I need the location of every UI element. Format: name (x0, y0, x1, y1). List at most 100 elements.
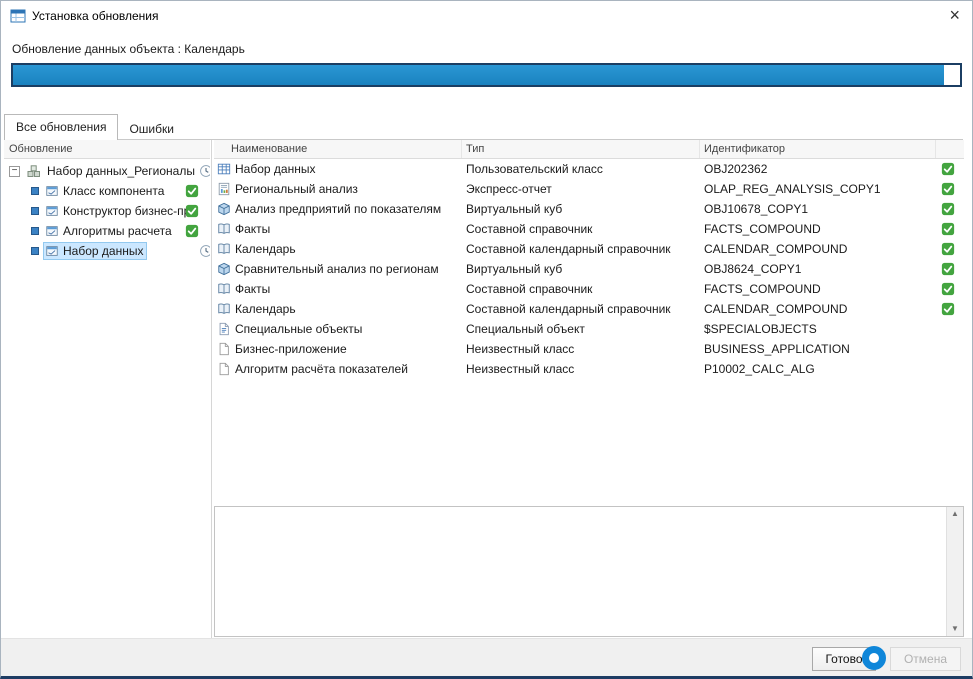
column-header-status (936, 140, 964, 158)
tree-root-label: Набор данных_Регионалы (47, 164, 195, 178)
component-icon (45, 244, 59, 258)
row-type: Пользовательский класс (462, 162, 700, 176)
row-identifier: FACTS_COMPOUND (700, 282, 936, 296)
row-type: Неизвестный класс (462, 362, 700, 376)
close-icon[interactable]: × (949, 5, 960, 25)
table-row[interactable]: Факты Составной справочникFACTS_COMPOUND (214, 279, 964, 299)
footer: Готово Отмена (1, 638, 972, 676)
row-status-cell (936, 182, 960, 196)
row-name: Алгоритм расчёта показателей (235, 362, 408, 376)
row-status-cell (936, 242, 960, 256)
update-install-dialog: Установка обновления × Обновление данных… (0, 0, 973, 679)
table-row[interactable]: ФактыСоставной справочникFACTS_COMPOUND (214, 219, 964, 239)
row-name: Календарь (235, 242, 296, 256)
doc-lines-icon (217, 322, 231, 336)
row-identifier: $SPECIALOBJECTS (700, 322, 936, 336)
table-body: Набор данныхПользовательский классOBJ202… (214, 159, 964, 379)
column-header-type: Тип (462, 140, 700, 158)
row-name: Бизнес-приложение (235, 342, 347, 356)
tree-item-labelwrap[interactable]: Набор данных (44, 243, 146, 259)
doc-icon (217, 362, 231, 376)
check-icon (941, 182, 955, 196)
scroll-up-icon[interactable]: ▲ (951, 510, 959, 518)
row-type: Составной справочник (462, 222, 700, 236)
collapse-icon[interactable]: − (9, 166, 20, 177)
window-title: Установка обновления (32, 9, 159, 23)
column-header-id: Идентификатор (700, 140, 936, 158)
row-identifier: CALENDAR_COMPOUND (700, 242, 936, 256)
row-type: Виртуальный куб (462, 202, 700, 216)
table-row[interactable]: КалендарьСоставной календарный справочни… (214, 299, 964, 319)
row-type: Составной справочник (462, 282, 700, 296)
tree-item[interactable]: Набор данных (4, 241, 210, 261)
progress-bar (11, 63, 962, 87)
table-icon (217, 162, 231, 176)
tab-errors[interactable]: Ошибки (118, 118, 185, 140)
tree-item-label: Алгоритмы расчета (63, 224, 172, 238)
row-name: Сравнительный анализ по регионам (235, 262, 439, 276)
table-row[interactable]: Региональный анализЭкспресс-отчетOLAP_RE… (214, 179, 964, 199)
status-label: Обновление данных объекта : Календарь (12, 42, 245, 56)
clock-icon (199, 164, 210, 178)
row-identifier: OBJ10678_COPY1 (700, 202, 936, 216)
table-row[interactable]: Анализ предприятий по показателямВиртуал… (214, 199, 964, 219)
panel-splitter[interactable] (211, 140, 212, 638)
row-type: Составной календарный справочник (462, 302, 700, 316)
row-name: Факты (235, 222, 270, 236)
log-scrollbar[interactable]: ▲ ▼ (946, 507, 963, 636)
check-icon (941, 222, 955, 236)
tree-item[interactable]: Алгоритмы расчета (4, 221, 210, 241)
tree-bullet-icon (31, 187, 39, 195)
check-icon (941, 202, 955, 216)
doc-icon (217, 342, 231, 356)
check-icon (941, 242, 955, 256)
table-row[interactable]: Алгоритм расчёта показателей Неизвестный … (214, 359, 964, 379)
row-status-cell (936, 262, 960, 276)
tree-item-labelwrap[interactable]: Алгоритмы расчета (44, 223, 175, 239)
book-icon (217, 242, 231, 256)
update-tree: Класс компонента Конструктор бизнес-пр Алг… (4, 181, 210, 261)
row-type: Специальный объект (462, 322, 700, 336)
clock-icon (199, 244, 210, 258)
cube-icon (217, 202, 231, 216)
table-row[interactable]: Календарь Составной календарный справочни… (214, 239, 964, 259)
tree-item[interactable]: Конструктор бизнес-пр (4, 201, 210, 221)
tab-all-updates[interactable]: Все обновления (4, 114, 118, 140)
dataset-icon (26, 163, 42, 179)
row-name: Факты (235, 282, 270, 296)
objects-table: Наименование Тип Идентификатор Набор дан… (214, 140, 964, 379)
tree-item-label: Конструктор бизнес-пр (63, 204, 190, 218)
row-identifier: P10002_CALC_ALG (700, 362, 936, 376)
check-icon (941, 302, 955, 316)
update-tree-panel: Обновление − Набор данных_Регионалы Клас… (4, 140, 210, 638)
tree-root-item[interactable]: − Набор данных_Регионалы (4, 161, 210, 181)
row-identifier: OLAP_REG_ANALYSIS_COPY1 (700, 182, 936, 196)
table-row[interactable]: Бизнес-приложениеНеизвестный классBUSINE… (214, 339, 964, 359)
busy-spinner-icon (862, 646, 886, 670)
tree-item[interactable]: Класс компонента (4, 181, 210, 201)
row-type: Составной календарный справочник (462, 242, 700, 256)
tree-item-label: Класс компонента (63, 184, 164, 198)
tree-column-header: Обновление (4, 140, 210, 159)
tree-bullet-icon (31, 247, 39, 255)
app-icon (10, 8, 26, 24)
table-row[interactable]: Специальные объектыСпециальный объект$SP… (214, 319, 964, 339)
row-identifier: BUSINESS_APPLICATION (700, 342, 936, 356)
table-header-row: Наименование Тип Идентификатор (214, 140, 964, 159)
row-status-cell (936, 302, 960, 316)
log-output[interactable] (217, 509, 944, 634)
check-icon (185, 204, 199, 218)
tree-item-labelwrap[interactable]: Класс компонента (44, 183, 167, 199)
component-icon (45, 204, 59, 218)
check-icon (941, 282, 955, 296)
progress-fill (13, 65, 944, 85)
tree-item-labelwrap[interactable]: Конструктор бизнес-пр (44, 203, 193, 219)
row-identifier: CALENDAR_COMPOUND (700, 302, 936, 316)
row-status-cell (936, 282, 960, 296)
tab-strip: Все обновления Ошибки (4, 115, 185, 140)
table-row[interactable]: Сравнительный анализ по регионамВиртуаль… (214, 259, 964, 279)
table-row[interactable]: Набор данныхПользовательский классOBJ202… (214, 159, 964, 179)
row-type: Экспресс-отчет (462, 182, 700, 196)
scroll-down-icon[interactable]: ▼ (951, 625, 959, 633)
row-status-cell (936, 162, 960, 176)
